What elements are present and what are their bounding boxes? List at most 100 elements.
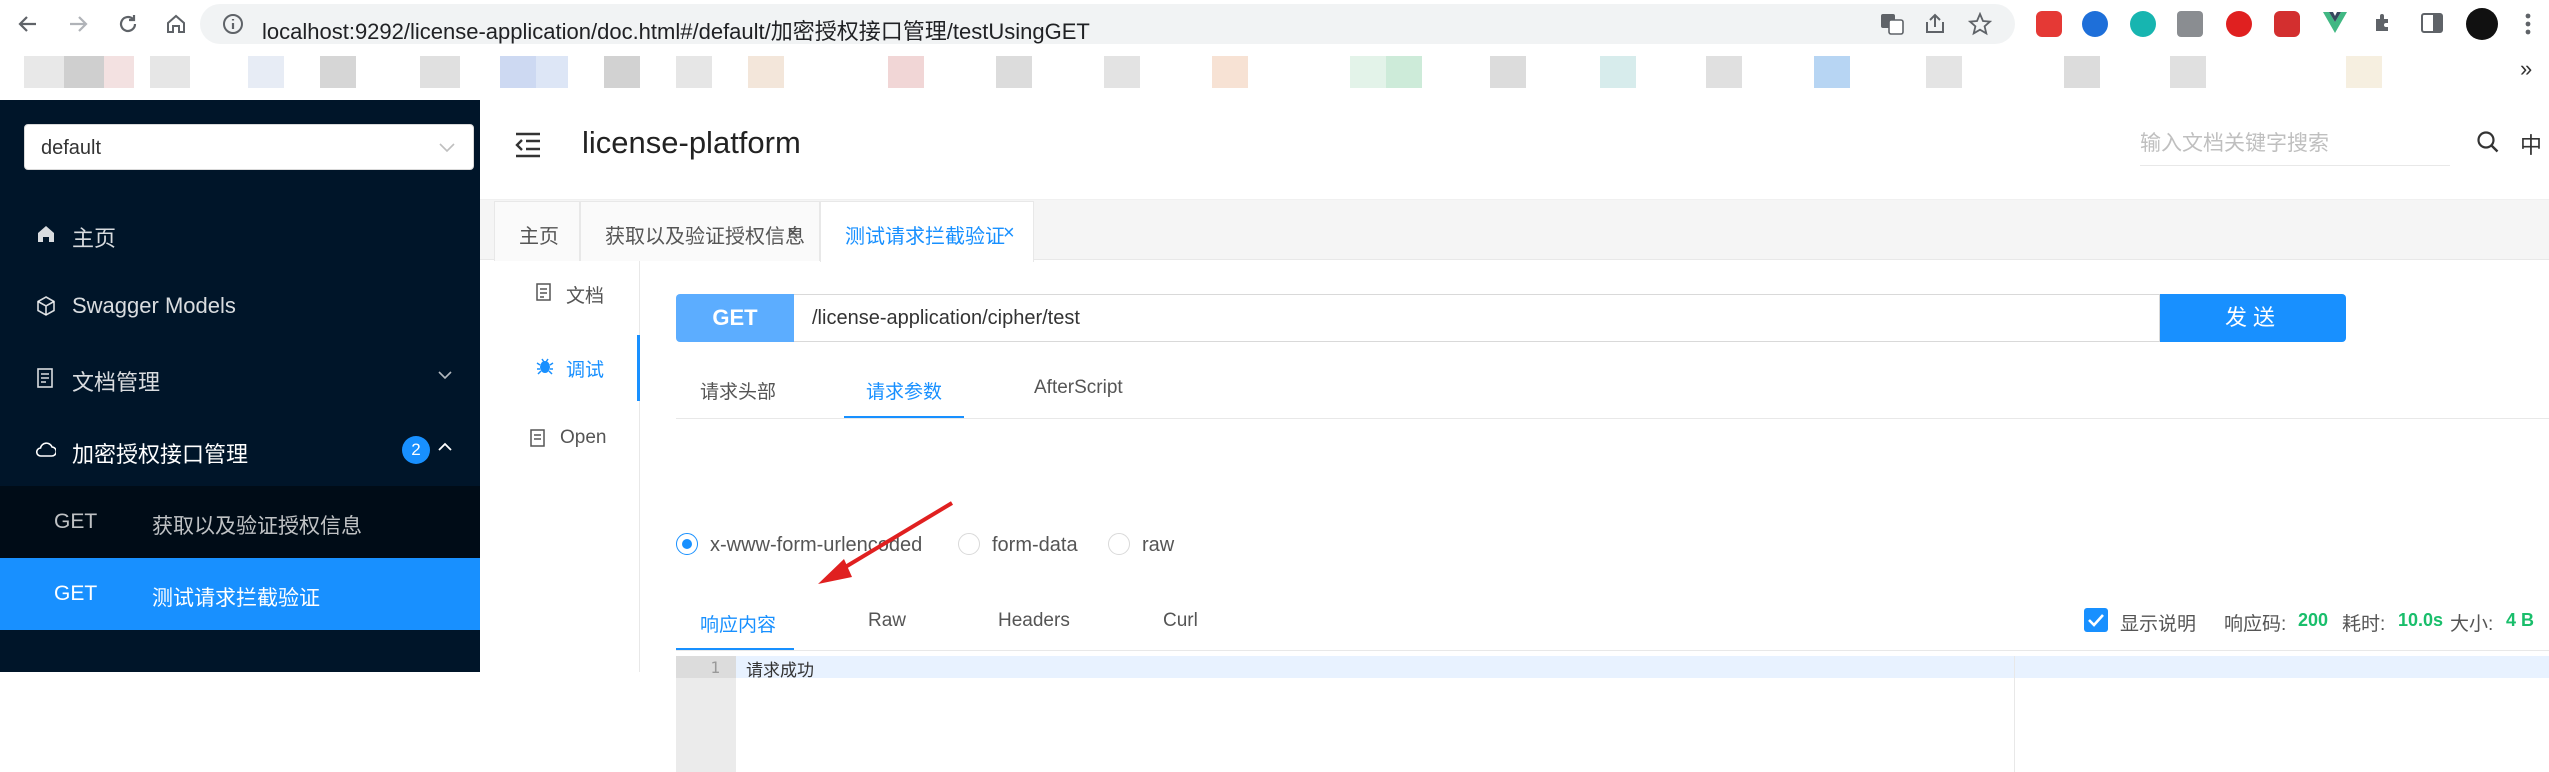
- address-bar[interactable]: localhost:9292/license-application/doc.h…: [200, 4, 2015, 44]
- bookmark-blurred[interactable]: [500, 56, 536, 88]
- response-editor[interactable]: 1 请求成功: [676, 656, 2549, 772]
- menu-fold-icon[interactable]: [514, 132, 542, 158]
- header: license-platform 中: [480, 100, 2549, 200]
- bookmark-blurred[interactable]: [676, 56, 712, 88]
- api-title: 测试请求拦截验证: [152, 587, 320, 610]
- bookmark-blurred[interactable]: [1600, 56, 1636, 88]
- chevron-up-icon: [438, 442, 452, 451]
- bookmark-blurred[interactable]: [536, 56, 568, 88]
- tab-response-headers[interactable]: Headers: [998, 610, 1070, 632]
- bookmark-blurred[interactable]: [888, 56, 924, 88]
- star-icon[interactable]: [1968, 12, 1992, 36]
- close-icon[interactable]: ×: [1003, 222, 1015, 245]
- tab-home[interactable]: 主页: [494, 201, 580, 261]
- bookmark-blurred[interactable]: [1386, 56, 1422, 88]
- sidebar: default 主页 Swagger Models 文档管理 加密授权接口管理 …: [0, 100, 480, 672]
- more-bookmarks[interactable]: »: [2520, 56, 2532, 82]
- bookmark-blurred[interactable]: [2064, 56, 2100, 88]
- tab-test-intercept[interactable]: 测试请求拦截验证 ×: [820, 201, 1034, 262]
- bookmark-blurred[interactable]: [1104, 56, 1140, 88]
- bookmark-blurred[interactable]: [1490, 56, 1526, 88]
- extension-red-icon[interactable]: [2036, 11, 2062, 37]
- bookmark-blurred[interactable]: [24, 56, 64, 88]
- bookmark-blurred[interactable]: [248, 56, 284, 88]
- extension-blue-icon[interactable]: [2082, 11, 2108, 37]
- search-icon[interactable]: [2476, 130, 2500, 154]
- bookmark-blurred[interactable]: [150, 56, 190, 88]
- sidepanel-icon[interactable]: [2420, 12, 2444, 34]
- close-icon[interactable]: ×: [787, 222, 799, 245]
- menu-item-doc-manage[interactable]: 文档管理: [0, 342, 480, 414]
- time-label: 耗时:: [2342, 614, 2386, 635]
- tab-response-raw[interactable]: Raw: [868, 610, 906, 632]
- api-item-test-intercept[interactable]: GET 测试请求拦截验证: [0, 558, 480, 630]
- group-select[interactable]: default: [24, 124, 474, 170]
- show-desc-checkbox[interactable]: [2084, 608, 2108, 632]
- bookmark-blurred[interactable]: [1814, 56, 1850, 88]
- forward-button[interactable]: [62, 8, 94, 40]
- editor-active-line: [736, 656, 2549, 678]
- browser-chrome: localhost:9292/license-application/doc.h…: [0, 0, 2549, 100]
- reload-button[interactable]: [112, 8, 144, 40]
- extension-m-icon[interactable]: [2274, 11, 2300, 37]
- tab-afterscript[interactable]: AfterScript: [1034, 377, 1123, 399]
- home-icon: [167, 14, 185, 33]
- profile-avatar[interactable]: [2466, 8, 2498, 40]
- bookmark-blurred[interactable]: [64, 56, 104, 88]
- menu-item-swagger-models[interactable]: Swagger Models: [0, 270, 480, 342]
- show-desc-label: 显示说明: [2120, 614, 2197, 635]
- side-tab-debug[interactable]: 调试: [480, 335, 640, 401]
- bookmark-blurred[interactable]: [1350, 56, 1386, 88]
- extension-stop-icon[interactable]: [2226, 11, 2252, 37]
- tab-get-license[interactable]: 获取以及验证授权信息 ×: [580, 201, 820, 261]
- bookmark-blurred[interactable]: [320, 56, 356, 88]
- camera-icon[interactable]: [2177, 11, 2203, 37]
- bookmark-blurred[interactable]: [2346, 56, 2382, 88]
- response-time: 10.0s: [2398, 610, 2444, 630]
- annotation-arrow-icon: [818, 501, 954, 584]
- menu-item-encrypt-api[interactable]: 加密授权接口管理 2: [0, 414, 480, 486]
- request-path-input[interactable]: [794, 294, 2160, 342]
- bookmark-blurred[interactable]: [420, 56, 460, 88]
- side-tab-doc[interactable]: 文档: [480, 261, 640, 327]
- bookmark-blurred[interactable]: [748, 56, 784, 88]
- vue-icon[interactable]: [2322, 11, 2348, 35]
- extension-teal-icon[interactable]: [2130, 11, 2156, 37]
- language-toggle[interactable]: 中: [2520, 128, 2542, 160]
- side-tab-label: Open: [560, 427, 607, 448]
- send-button[interactable]: 发送: [2160, 294, 2346, 342]
- file-text-icon: [530, 429, 545, 447]
- menu-item-home[interactable]: 主页: [0, 198, 480, 270]
- translate-icon[interactable]: [1880, 13, 1904, 35]
- radio-urlencoded[interactable]: [676, 533, 698, 555]
- url-text[interactable]: localhost:9292/license-application/doc.h…: [262, 14, 1090, 46]
- bookmark-blurred[interactable]: [104, 56, 134, 88]
- back-button[interactable]: [12, 8, 44, 40]
- kebab-menu-icon[interactable]: [2522, 12, 2534, 36]
- puzzle-icon[interactable]: [2372, 11, 2396, 35]
- api-method: GET: [54, 510, 98, 533]
- tab-response-content[interactable]: 响应内容: [700, 610, 776, 637]
- bookmark-blurred[interactable]: [1706, 56, 1742, 88]
- method-badge[interactable]: GET: [676, 294, 794, 342]
- search-input[interactable]: [2140, 122, 2450, 166]
- side-tab-open[interactable]: Open: [480, 407, 640, 473]
- share-icon[interactable]: [1924, 13, 1946, 35]
- side-tab-label: 文档: [566, 286, 605, 307]
- bookmark-blurred[interactable]: [1212, 56, 1248, 88]
- home-button[interactable]: [160, 8, 192, 40]
- tab-response-curl[interactable]: Curl: [1163, 610, 1198, 632]
- info-icon[interactable]: [222, 13, 244, 35]
- bookmark-blurred[interactable]: [996, 56, 1032, 88]
- file-icon: [536, 283, 551, 301]
- radio-form-data[interactable]: [958, 533, 980, 555]
- radio-raw[interactable]: [1108, 533, 1130, 555]
- bookmark-blurred[interactable]: [604, 56, 640, 88]
- tab-request-params[interactable]: 请求参数: [866, 377, 942, 404]
- bookmark-blurred[interactable]: [2170, 56, 2206, 88]
- tab-request-headers[interactable]: 请求头部: [700, 377, 776, 404]
- bookmark-blurred[interactable]: [1926, 56, 1962, 88]
- api-item-get-license[interactable]: GET 获取以及验证授权信息: [0, 486, 480, 558]
- browser-toolbar: localhost:9292/license-application/doc.h…: [0, 0, 2549, 48]
- response-body-text[interactable]: 请求成功: [746, 656, 814, 681]
